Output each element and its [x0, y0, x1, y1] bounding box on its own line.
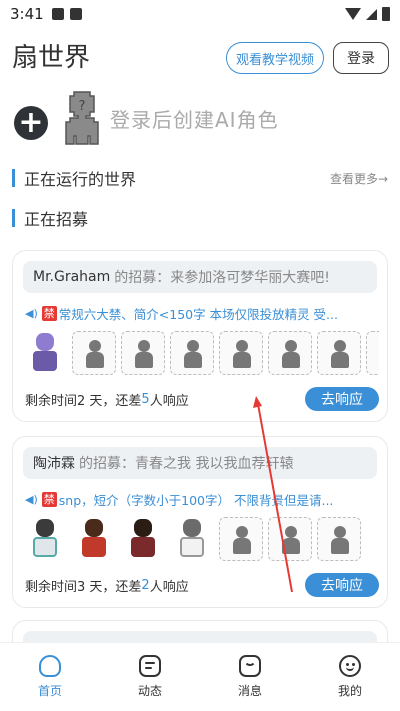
status-time: 3:41: [10, 5, 44, 23]
recruit-status: 剩余时间3 天，还差 2 人响应 去响应: [25, 573, 379, 597]
app-notification-icon: [69, 8, 82, 20]
see-more-link[interactable]: 查看更多→: [330, 170, 388, 187]
recruit-card-header: Mr.Graham 的招募：来参加洛可梦华丽大赛吧!: [23, 261, 377, 293]
recruiter-name[interactable]: 陶沛霖: [33, 453, 75, 473]
ban-badge: 禁: [41, 491, 57, 507]
speaker-icon: ◀): [25, 306, 38, 320]
empty-avatar-icon: [281, 526, 301, 554]
character-sprite-icon: [129, 519, 157, 559]
recruit-card-header: 陶沛霖 的招募：青春之我 我以我血荐轩辕: [23, 447, 377, 479]
section-title-running: 正在运行的世界: [24, 170, 137, 189]
recruit-rules: ◀) 禁 常规六大禁、简介<150字 本场仅限投放精灵 受...: [25, 303, 379, 323]
section-running-worlds: 正在运行的世界 查看更多→: [12, 166, 388, 190]
respond-button[interactable]: 去响应: [305, 387, 379, 411]
respond-button[interactable]: 去响应: [305, 573, 379, 597]
profile-icon: [339, 655, 361, 677]
empty-slot[interactable]: [268, 517, 312, 561]
chat-icon: [139, 655, 161, 677]
ban-badge: 禁: [41, 305, 57, 321]
participant-avatar[interactable]: [23, 331, 67, 375]
empty-avatar-icon: [281, 340, 301, 368]
empty-slot[interactable]: [219, 517, 263, 561]
tab-label: 我的: [337, 684, 362, 698]
empty-avatar-icon: [134, 340, 154, 368]
participant-avatar[interactable]: [23, 517, 67, 561]
section-title-recruiting: 正在招募: [24, 210, 89, 229]
empty-avatar-icon: [330, 526, 350, 554]
needed-count: 5: [141, 391, 150, 407]
section-recruiting: 正在招募: [12, 206, 388, 230]
tab-label: 消息: [237, 684, 262, 698]
empty-slot[interactable]: [317, 517, 361, 561]
section-accent-bar: [12, 209, 15, 227]
character-sprite-icon: [80, 519, 108, 559]
participant-slots: [23, 517, 379, 561]
recruit-card[interactable]: 陶沛霖 的招募：青春之我 我以我血荐轩辕 ◀) 禁 snp，短介（字数小于100…: [12, 436, 388, 608]
empty-slot[interactable]: [121, 331, 165, 375]
header: 扇世界 观看教学视频 登录: [0, 40, 400, 80]
tab-messages[interactable]: 消息: [200, 643, 300, 711]
empty-slot[interactable]: [366, 331, 379, 375]
tab-label: 首页: [37, 684, 62, 698]
character-sprite-icon: [31, 519, 59, 559]
plus-icon[interactable]: +: [14, 106, 48, 140]
participant-avatar[interactable]: [121, 517, 165, 561]
signal-icon: [366, 8, 377, 20]
app-title: 扇世界: [12, 43, 91, 73]
character-sprite-icon: [178, 519, 206, 559]
create-character-row[interactable]: + ? 登录后创建AI角色: [14, 88, 394, 148]
tab-label: 动态: [137, 684, 162, 698]
mail-icon: [239, 655, 261, 677]
participant-avatar[interactable]: [170, 517, 214, 561]
empty-avatar-icon: [85, 340, 105, 368]
empty-avatar-icon: [232, 526, 252, 554]
recruit-rules-text: snp，短介（字数小于100字） 不限背景但是请...: [58, 492, 334, 508]
empty-slot[interactable]: [268, 331, 312, 375]
gallery-notification-icon: [51, 8, 64, 20]
tab-profile[interactable]: 我的: [300, 643, 400, 711]
placeholder-avatar-icon: ?: [62, 90, 102, 146]
participant-avatar[interactable]: [72, 517, 116, 561]
recruit-card[interactable]: Mr.Graham 的招募：来参加洛可梦华丽大赛吧! ◀) 禁 常规六大禁、简介…: [12, 250, 388, 422]
needed-count: 2: [141, 577, 150, 593]
tab-home[interactable]: 首页: [0, 643, 100, 711]
recruit-title: 的招募：青春之我 我以我血荐轩辕: [79, 456, 294, 472]
character-sprite-icon: [31, 333, 59, 373]
create-character-text[interactable]: 登录后创建AI角色: [110, 104, 279, 133]
empty-slot[interactable]: [72, 331, 116, 375]
empty-slot[interactable]: [170, 331, 214, 375]
bottom-tab-bar: 首页 动态 消息 我的: [0, 642, 400, 711]
needed-suffix: 人响应: [149, 579, 189, 595]
remaining-time-text: 剩余时间2 天，还差: [25, 393, 142, 409]
recruit-title: 的招募：来参加洛可梦华丽大赛吧!: [114, 270, 330, 286]
needed-suffix: 人响应: [149, 393, 189, 409]
recruit-rules: ◀) 禁 snp，短介（字数小于100字） 不限背景但是请...: [25, 489, 379, 509]
recruit-status: 剩余时间2 天，还差 5 人响应 去响应: [25, 387, 379, 411]
tutorial-video-button[interactable]: 观看教学视频: [226, 42, 324, 74]
recruiter-name[interactable]: Mr.Graham: [33, 269, 110, 285]
tab-feed[interactable]: 动态: [100, 643, 200, 711]
wifi-icon: [345, 8, 361, 20]
participant-slots: [23, 331, 379, 375]
empty-avatar-icon: [232, 340, 252, 368]
recruit-rules-text: 常规六大禁、简介<150字 本场仅限投放精灵 受...: [58, 306, 338, 322]
empty-avatar-icon: [183, 340, 203, 368]
status-bar: 3:41: [0, 0, 400, 28]
home-icon: [39, 655, 61, 677]
empty-avatar-icon: [330, 340, 350, 368]
battery-icon: [382, 7, 390, 21]
empty-slot[interactable]: [317, 331, 361, 375]
svg-text:?: ?: [79, 99, 86, 114]
speaker-icon: ◀): [25, 492, 38, 506]
remaining-time-text: 剩余时间3 天，还差: [25, 579, 142, 595]
section-accent-bar: [12, 169, 15, 187]
empty-slot[interactable]: [219, 331, 263, 375]
login-button[interactable]: 登录: [333, 42, 389, 74]
